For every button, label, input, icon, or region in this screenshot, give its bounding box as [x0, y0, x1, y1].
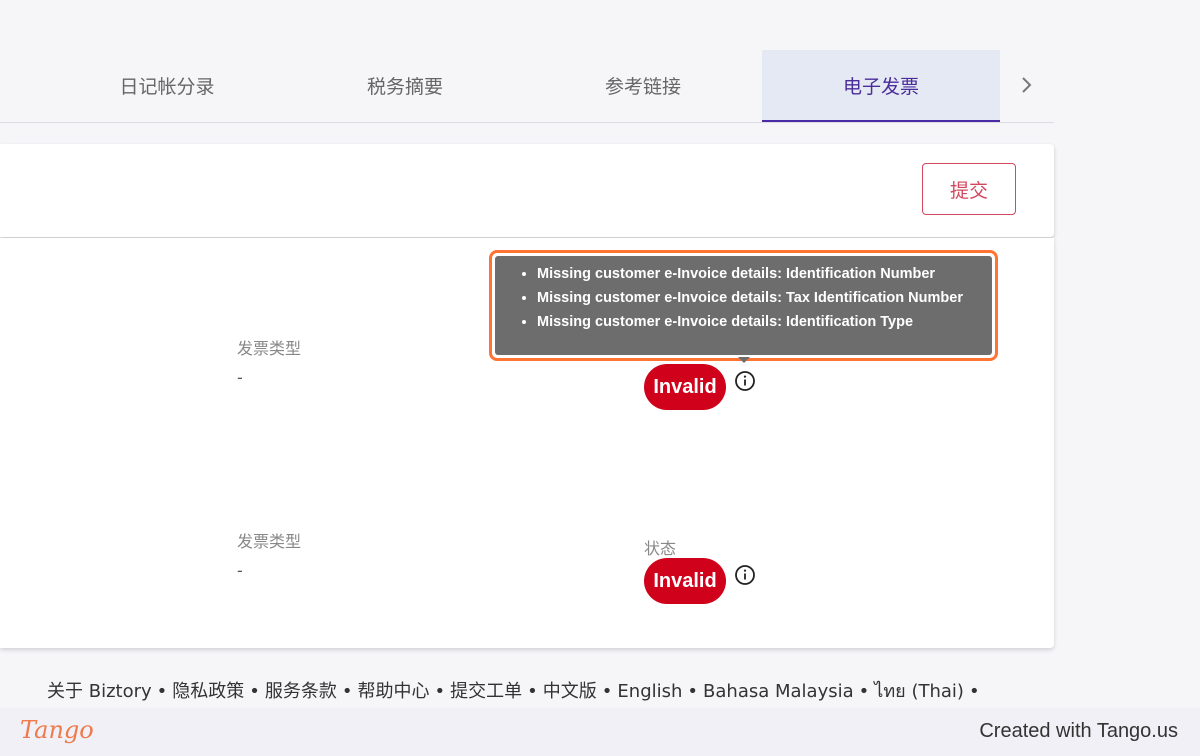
footer-link-english[interactable]: English	[617, 681, 682, 702]
submit-button[interactable]: 提交	[922, 163, 1016, 215]
footer-separator: •	[527, 681, 538, 702]
footer-link-malay[interactable]: Bahasa Malaysia	[703, 681, 854, 702]
footer-link-chinese[interactable]: 中文版	[543, 681, 597, 702]
tango-logo: Tango	[20, 716, 94, 744]
footer-links: 关于 Biztory • 隐私政策 • 服务条款 • 帮助中心 • 提交工单 • 中文版 • Engli…	[47, 676, 985, 705]
footer-separator: •	[341, 681, 353, 702]
tab-bar: 日记帐分录 税务摘要 参考链接 电子发票	[0, 50, 1054, 123]
footer-link-thai[interactable]: ไทย (Thai)	[874, 681, 964, 702]
footer-separator: •	[156, 681, 168, 702]
error-item: Missing customer e-Invoice details: Tax …	[537, 286, 992, 310]
tango-footer-bar: Tango Created with Tango.us	[0, 708, 1200, 756]
tab-journal-entries[interactable]: 日记帐分录	[48, 50, 286, 120]
info-icon[interactable]	[734, 370, 756, 392]
footer-separator: •	[434, 681, 446, 702]
tooltip-arrow	[738, 357, 750, 363]
tab-tax-summary[interactable]: 税务摘要	[286, 50, 524, 120]
tango-credit[interactable]: Created with Tango.us	[979, 720, 1178, 743]
invoice-type-label: 发票类型	[237, 339, 302, 358]
tab-scroll-next-button[interactable]	[1010, 50, 1044, 120]
tooltip-highlight: Missing customer e-Invoice details: Iden…	[489, 250, 998, 361]
footer-separator: •	[249, 681, 260, 702]
invoice-type-value: -	[237, 368, 243, 387]
status-badge: Invalid	[644, 364, 726, 410]
tab-e-invoice[interactable]: 电子发票	[762, 50, 1000, 122]
submit-card: 提交	[0, 144, 1054, 237]
status-badge: Invalid	[644, 558, 726, 604]
tab-label: 税务摘要	[366, 75, 443, 98]
error-tooltip: Missing customer e-Invoice details: Iden…	[495, 256, 992, 355]
tab-label: 电子发票	[842, 75, 919, 98]
footer-link-privacy[interactable]: 隐私政策	[172, 681, 244, 702]
footer-separator: •	[601, 681, 613, 702]
error-item: Missing customer e-Invoice details: Iden…	[537, 262, 992, 286]
error-list: Missing customer e-Invoice details: Iden…	[495, 256, 992, 334]
info-icon[interactable]	[734, 564, 756, 586]
tab-reference-links[interactable]: 参考链接	[524, 50, 762, 120]
footer-separator: •	[687, 681, 699, 702]
invoice-type-label: 发票类型	[237, 532, 302, 551]
footer-link-help[interactable]: 帮助中心	[358, 681, 430, 702]
footer-link-ticket[interactable]: 提交工单	[450, 681, 522, 702]
status-label: 状态	[644, 539, 677, 558]
invoice-type-value: -	[237, 561, 243, 580]
footer-link-about[interactable]: 关于 Biztory	[47, 681, 152, 702]
error-item: Missing customer e-Invoice details: Iden…	[537, 310, 992, 334]
app-surface: 日记帐分录 税务摘要 参考链接 电子发票 提交 发票类型 - 状态 Invali…	[0, 0, 1200, 708]
footer-link-terms[interactable]: 服务条款	[265, 681, 337, 702]
tab-label: 日记帐分录	[119, 75, 215, 98]
footer-separator: •	[968, 681, 980, 702]
tab-label: 参考链接	[604, 75, 681, 98]
chevron-right-icon	[1022, 77, 1032, 93]
footer-separator: •	[858, 681, 870, 702]
